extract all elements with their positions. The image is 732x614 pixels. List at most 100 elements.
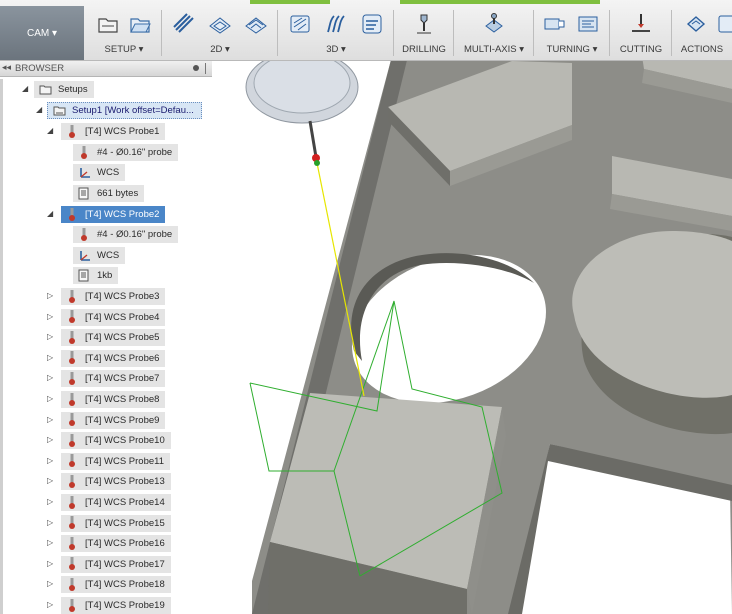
expand-icon[interactable]: ▷ [47,415,57,425]
2d-pocket-icon[interactable] [172,12,196,36]
tree-node-probe[interactable]: [T4] WCS Probe13 [61,473,171,491]
tree-node-probe[interactable]: [T4] WCS Probe7 [61,370,166,388]
multi-axis-group-label[interactable]: MULTI-AXIS ▾ [454,44,534,55]
turning-group-label[interactable]: TURNING ▾ [534,44,610,55]
cutting-icon[interactable] [629,12,653,36]
drill-icon[interactable] [412,12,436,36]
tree-node-nc-file[interactable]: 661 bytes [73,185,145,202]
setup-group-label[interactable]: SETUP ▾ [86,44,162,55]
tree-row-probe[interactable]: ▷ [T4] WCS Probe4 [0,308,212,326]
expand-icon[interactable]: ▷ [47,476,57,486]
expand-icon[interactable]: ▷ [47,518,57,528]
tree-row-setups[interactable]: ◢ Setups [0,81,212,98]
turning-profile-icon[interactable] [576,12,600,36]
expand-collapse-icon[interactable]: ◢ [47,209,57,219]
tree-node-probe[interactable]: [T4] WCS Probe17 [61,555,171,573]
actions-group-label[interactable]: ACTIONS [672,44,732,55]
tree-row-tool[interactable]: #4 - Ø0.16" probe [0,144,212,161]
tree-node-probe[interactable]: [T4] WCS Probe15 [61,514,171,532]
actions-icon[interactable] [716,12,732,36]
expand-icon[interactable]: ▷ [47,291,57,301]
model-canvas[interactable] [212,61,732,614]
tree-node-probe[interactable]: [T4] WCS Probe5 [61,329,166,347]
tree-node-setup1[interactable]: Setup1 [Work offset=Defau... [47,102,202,119]
3d-adaptive-icon[interactable] [288,12,312,36]
tree-row-probe[interactable]: ▷ [T4] WCS Probe19 [0,597,212,614]
tree-row-nc-file[interactable]: 1kb [0,267,212,284]
tree-row-wcs[interactable]: WCS [0,164,212,181]
cutting-group-label[interactable]: CUTTING [610,44,672,55]
tree-row-probe[interactable]: ▷ [T4] WCS Probe3 [0,288,212,305]
expand-collapse-icon[interactable]: ◢ [36,105,46,115]
collapse-panel-icon[interactable]: ◂◂ [2,62,11,73]
tree-node-nc-file[interactable]: 1kb [73,267,119,284]
tree-row-probe[interactable]: ▷ [T4] WCS Probe6 [0,349,212,367]
expand-icon[interactable]: ▷ [47,332,57,342]
3d-parallel-icon[interactable] [324,12,348,36]
tree-node-probe[interactable]: [T4] WCS Probe18 [61,576,171,594]
new-setup-icon[interactable] [96,12,120,36]
tree-row-probe[interactable]: ▷ [T4] WCS Probe10 [0,432,212,450]
tree-row-probe[interactable]: ▷ [T4] WCS Probe14 [0,494,212,511]
tree-node-probe[interactable]: [T4] WCS Probe3 [61,288,166,305]
2d-group-label[interactable]: 2D ▾ [162,44,278,55]
tree-row-setup1[interactable]: ◢ Setup1 [Work offset=Defau... [0,102,212,119]
tree-row-nc-file[interactable]: 661 bytes [0,185,212,202]
expand-icon[interactable]: ▷ [47,394,57,404]
tree-row-probe[interactable]: ▷ [T4] WCS Probe15 [0,514,212,532]
tree-node-probe1[interactable]: [T4] WCS Probe1 [61,123,166,140]
tree-node-probe[interactable]: [T4] WCS Probe19 [61,597,171,614]
expand-icon[interactable]: ▷ [47,353,57,363]
workspace-switcher[interactable]: CAM ▾ [0,6,84,60]
panel-options-icon[interactable] [193,65,199,71]
tree-row-probe[interactable]: ▷ [T4] WCS Probe9 [0,411,212,429]
expand-icon[interactable]: ▷ [47,559,57,569]
expand-icon[interactable]: ▷ [47,600,57,610]
tree-node-probe[interactable]: [T4] WCS Probe8 [61,391,166,408]
tree-row-probe[interactable]: ▷ [T4] WCS Probe5 [0,329,212,347]
expand-icon[interactable]: ▷ [47,497,57,507]
tree-row-probe[interactable]: ▷ [T4] WCS Probe11 [0,452,212,470]
tree-row-probe[interactable]: ▷ [T4] WCS Probe8 [0,391,212,408]
expand-icon[interactable]: ▷ [47,456,57,466]
tree-node-tool[interactable]: #4 - Ø0.16" probe [73,144,179,161]
turning-face-icon[interactable] [542,12,566,36]
tree-node-probe[interactable]: [T4] WCS Probe4 [61,308,166,326]
tree-node-probe2-selected[interactable]: [T4] WCS Probe2 [61,206,166,223]
tree-row-probe[interactable]: ▷ [T4] WCS Probe17 [0,555,212,573]
graphics-viewport[interactable] [212,61,732,614]
expand-collapse-icon[interactable]: ◢ [22,84,32,94]
tree-row-probe[interactable]: ▷ [T4] WCS Probe7 [0,370,212,388]
expand-icon[interactable]: ▷ [47,373,57,383]
actions-icon[interactable] [684,12,708,36]
open-folder-icon[interactable] [128,12,152,36]
tree-node-probe[interactable]: [T4] WCS Probe9 [61,411,166,429]
tree-row-probe[interactable]: ▷ [T4] WCS Probe13 [0,473,212,491]
probe-tool[interactable] [245,61,359,166]
expand-icon[interactable]: ▷ [47,435,57,445]
tree-node-wcs[interactable]: WCS [73,164,126,181]
tree-row-probe1[interactable]: ◢ [T4] WCS Probe1 [0,123,212,140]
tree-node-setups[interactable]: Setups [34,81,94,98]
tree-node-probe[interactable]: [T4] WCS Probe11 [61,452,171,470]
3d-group-label[interactable]: 3D ▾ [278,44,394,55]
tree-row-probe2[interactable]: ◢ [T4] WCS Probe2 [0,206,212,223]
tree-node-probe[interactable]: [T4] WCS Probe14 [61,494,171,511]
drilling-group-label[interactable]: DRILLING [394,44,454,55]
tree-node-probe[interactable]: [T4] WCS Probe6 [61,349,166,367]
expand-collapse-icon[interactable]: ◢ [47,126,57,136]
2d-adaptive-icon[interactable] [244,12,268,36]
expand-icon[interactable]: ▷ [47,579,57,589]
tree-node-wcs[interactable]: WCS [73,247,126,264]
tree-node-probe[interactable]: [T4] WCS Probe10 [61,432,171,450]
tree-row-tool[interactable]: #4 - Ø0.16" probe [0,226,212,243]
multi-axis-icon[interactable] [482,12,506,36]
tree-node-probe[interactable]: [T4] WCS Probe16 [61,535,171,553]
3d-contour-icon[interactable] [360,12,384,36]
tree-node-tool[interactable]: #4 - Ø0.16" probe [73,226,179,243]
tree-row-wcs[interactable]: WCS [0,247,212,264]
2d-contour-icon[interactable] [208,12,232,36]
expand-icon[interactable]: ▷ [47,538,57,548]
tree-row-probe[interactable]: ▷ [T4] WCS Probe18 [0,576,212,594]
expand-icon[interactable]: ▷ [47,312,57,322]
